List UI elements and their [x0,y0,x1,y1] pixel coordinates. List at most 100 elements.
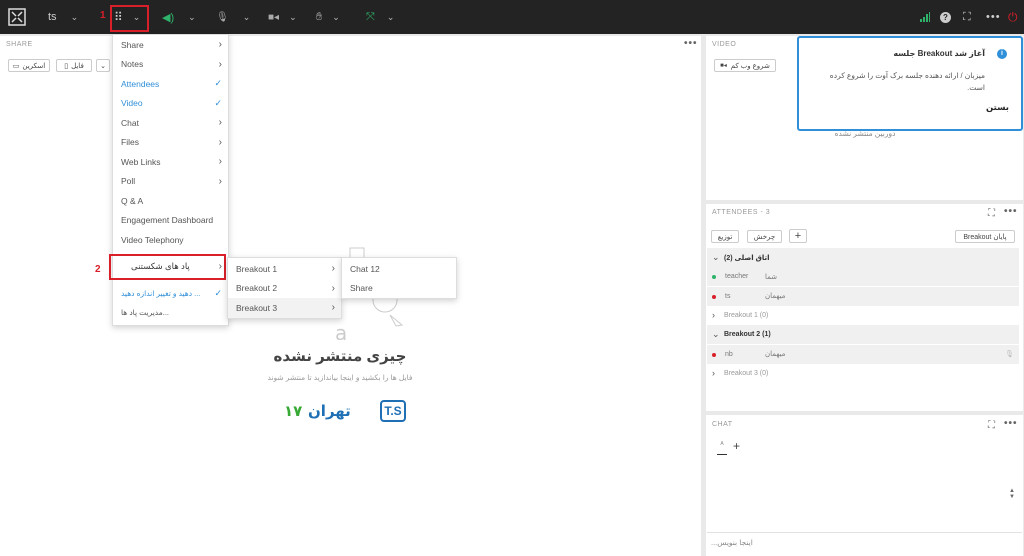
microphone-icon: 🎙︎ [216,11,229,23]
top-bar: ts ⌄ ⠿ ⌄ ◀) ⌄ 🎙︎ ⌄ ■◂ ⌄ ✋︎ ⌄ ⤧ ⌄ ? ⛶ •••… [0,0,1024,34]
share-screen-button[interactable]: ▭ اسکرین [8,59,50,72]
fullscreen-icon[interactable]: ⛶ [963,0,971,34]
attendee-role: میهمان [765,293,786,301]
logo-letters: T.S [384,404,402,418]
breakout-submenu: Breakout 1 › Breakout 2 › Breakout 3 › [227,257,342,319]
hand-icon: ✋︎ [316,10,323,23]
add-breakout-button[interactable]: + [789,229,807,243]
pods-menu-resize-item[interactable]: ... دهید و تغییر اندازه دهید ✓ [113,284,228,304]
chevron-down-icon: ⌄ [712,252,720,262]
pods-menu-manage-item[interactable]: ...مدیریت پاد ها [113,303,228,323]
help-icon[interactable]: ? [940,0,951,34]
pods-menu-item-chat[interactable]: Chat › [113,113,228,133]
notification-body: میزبان / ارائه دهنده جلسه برک آوت را شرو… [829,71,985,92]
pods-menu-item-web-links[interactable]: Web Links › [113,152,228,172]
chat-input[interactable]: ...اینجا بنویس [711,538,911,547]
camera-button[interactable]: ■◂ ⌄ [268,0,297,34]
pods-menu-item-attendees[interactable]: Attendees ✓ [113,74,228,94]
share-more-button[interactable]: ⌄ [96,59,110,72]
chevron-right-icon: › [218,175,222,187]
chat-tab-label: A [720,441,724,447]
pods-menu-item-q-a[interactable]: Q & A [113,191,228,211]
check-icon: ✓ [214,78,222,89]
chevron-down-icon: ⌄ [712,329,720,340]
pods-menu-item-label: Video Telephony [121,234,184,245]
chat-scroll-icon[interactable]: ▲ ▼ [1009,488,1015,500]
chat-input-divider [707,532,1022,533]
power-icon[interactable]: ⏻ [1008,0,1018,34]
check-icon: ✓ [214,288,222,299]
attendee-group-row[interactable]: ⌄ اتاق اصلی (2) [707,248,1019,267]
notification-close-button[interactable]: بستن [986,102,1009,113]
chat-tab[interactable]: A [717,441,727,455]
empty-share-subtitle: فایل ها را بکشید و اینجا بیاندازید تا من… [267,373,413,382]
breakout3-submenu-item-share[interactable]: Share [342,279,456,299]
pods-menu-item-video-telephony[interactable]: Video Telephony [113,230,228,250]
attendee-group-row[interactable]: › Breakout 1 (0) [707,306,1019,325]
pods-menu-item-label: Chat [121,117,139,128]
chevron-down-icon: ⌄ [100,62,106,70]
attendee-row[interactable]: ts میهمان [707,286,1019,306]
attendees-options-icon[interactable]: ••• [1004,206,1018,217]
chevron-right-icon: › [331,263,335,275]
layout-button[interactable]: ⤧ ⌄ [366,0,394,34]
raise-hand-button[interactable]: ✋︎ ⌄ [316,0,340,34]
chevron-down-icon: ⌄ [242,11,251,22]
resize-item-label: ... دهید و تغییر اندازه دهید [121,289,201,299]
chevron-right-icon: › [712,310,715,321]
end-breakout-button[interactable]: Breakout پایان [955,230,1015,243]
attendee-group-row[interactable]: ⌄ Breakout 2 (1) [707,325,1019,345]
attendee-name: ts [725,292,731,300]
pods-menu-item-video[interactable]: Video ✓ [113,94,228,114]
rotate-button[interactable]: چرخش [747,230,782,243]
breakout-submenu-item-label: Breakout 3 [236,302,278,313]
chevron-right-icon: › [712,368,715,379]
pods-menu-item-notes[interactable]: Notes › [113,55,228,75]
status-dot [712,294,716,299]
attendee-group-row[interactable]: › Breakout 3 (0) [707,364,1019,383]
more-options-icon[interactable]: ••• [986,0,1001,34]
microphone-icon: 🎙︎ [1005,351,1014,358]
attendees-maximize-icon[interactable]: ⛶ [988,208,995,219]
breakout-submenu-item-3[interactable]: Breakout 3 › [228,298,341,318]
microphone-button[interactable]: 🎙︎ ⌄ [216,0,250,34]
breakout-started-notification: i آغاز شد Breakout جلسه میزبان / ارائه د… [797,36,1023,131]
share-file-label: فایل [71,62,84,70]
pods-menu-item-label: Share [121,39,144,50]
chevron-right-icon: › [218,136,222,148]
attendee-row[interactable]: nb میهمان 🎙︎ [707,344,1019,364]
annotation-number-1: 1 [100,10,106,21]
manage-pods-label: ...مدیریت پاد ها [121,308,170,318]
pods-menu-item-files[interactable]: Files › [113,133,228,153]
camera-icon: ■◂ [720,63,727,69]
pods-menu-item-engagement-dashboard[interactable]: Engagement Dashboard [113,211,228,231]
speaker-button[interactable]: ◀) ⌄ [162,0,196,34]
chat-options-icon[interactable]: ••• [1004,418,1018,429]
chat-maximize-icon[interactable]: ⛶ [988,420,995,431]
room-menu[interactable]: ts ⌄ [48,0,78,34]
pods-menu-item-label: Notes [121,59,144,70]
pods-menu-item-share[interactable]: Share › [113,35,228,55]
expand-icon: ⤧ [366,10,375,23]
breakout-submenu-item-label: Breakout 2 [236,283,278,294]
breakout3-submenu-item-chat-12[interactable]: Chat 12 [342,259,456,279]
app-logo-icon[interactable] [8,0,26,34]
chevron-right-icon: › [218,156,222,168]
share-options-icon[interactable]: ••• [684,38,698,49]
chevron-down-icon: ⌄ [188,11,196,22]
breakout-submenu-item-1[interactable]: Breakout 1 › [228,259,341,279]
video-panel-header: VIDEO [712,41,737,48]
start-webcam-button[interactable]: ■◂ شروع وب کم [714,59,776,72]
speaker-icon: ◀) [162,11,175,24]
logo-badge: T.S [380,400,406,422]
attendee-group-label: Breakout 1 (0) [724,311,769,319]
chevron-down-icon: ⌄ [332,11,340,22]
chat-add-tab-button[interactable]: + [733,439,740,453]
breakout-submenu-item-2[interactable]: Breakout 2 › [228,279,341,299]
share-file-button[interactable]: ▯ فایل [56,59,92,72]
distribute-button[interactable]: توزیع [711,230,739,243]
pods-menu-item-poll[interactable]: Poll › [113,172,228,192]
notification-title: آغاز شد Breakout جلسه [893,49,985,58]
attendee-row[interactable]: teacher شما [707,267,1019,287]
camera-icon: ■◂ [268,11,280,23]
